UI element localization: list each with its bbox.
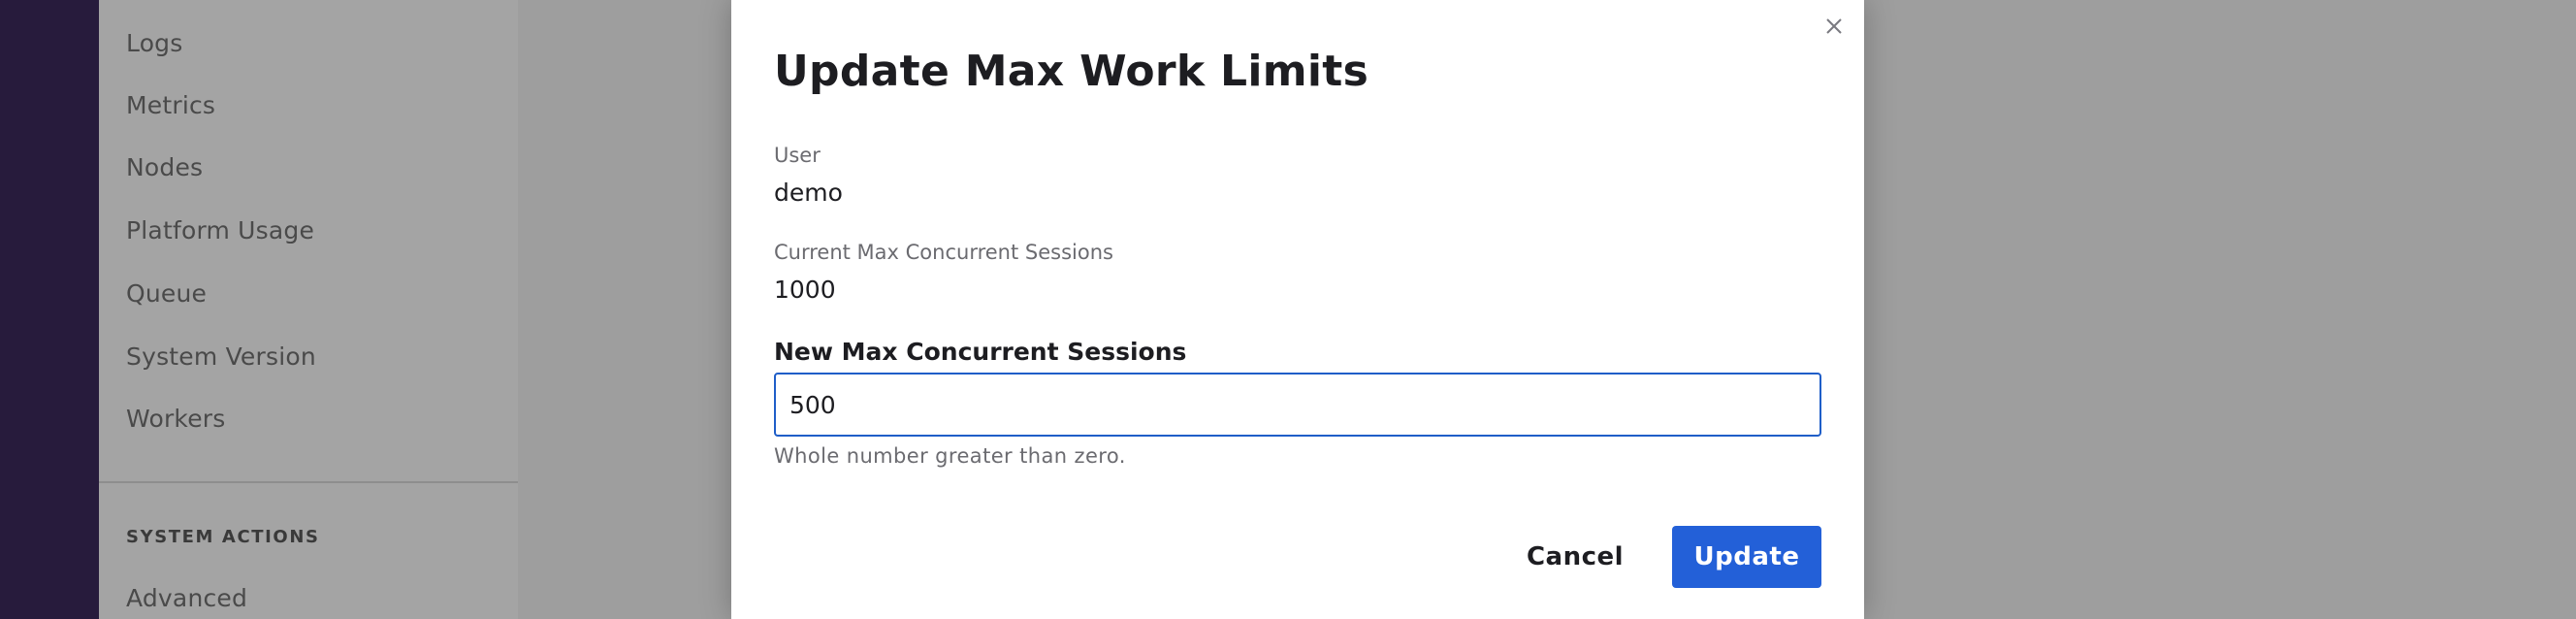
sidebar-item-workers[interactable]: Workers (126, 405, 226, 433)
new-sessions-label: New Max Concurrent Sessions (774, 338, 1187, 366)
close-icon (1825, 17, 1843, 39)
update-button[interactable]: Update (1672, 526, 1821, 588)
update-limits-dialog: Update Max Work Limits User demo Current… (731, 0, 1864, 619)
user-value: demo (774, 179, 843, 207)
close-button[interactable] (1819, 14, 1849, 43)
cancel-button[interactable]: Cancel (1517, 526, 1633, 588)
dialog-title: Update Max Work Limits (774, 47, 1369, 96)
sidebar-item-platform-usage[interactable]: Platform Usage (126, 216, 314, 244)
sidebar-item-nodes[interactable]: Nodes (126, 153, 203, 181)
new-sessions-help: Whole number greater than zero. (774, 444, 1126, 468)
sidebar: Logs Metrics Nodes Platform Usage Queue … (99, 0, 518, 619)
sidebar-item-system-version[interactable]: System Version (126, 342, 316, 371)
sidebar-item-queue[interactable]: Queue (126, 279, 207, 308)
app-screen: Logs Metrics Nodes Platform Usage Queue … (0, 0, 2576, 619)
app-rail (0, 0, 99, 619)
sidebar-item-logs[interactable]: Logs (126, 29, 182, 57)
current-sessions-label: Current Max Concurrent Sessions (774, 241, 1113, 264)
sidebar-item-metrics[interactable]: Metrics (126, 91, 215, 119)
new-sessions-input[interactable] (789, 375, 1819, 435)
sidebar-item-advanced[interactable]: Advanced (126, 584, 247, 612)
current-sessions-value: 1000 (774, 276, 836, 304)
user-label: User (774, 144, 821, 167)
new-sessions-field[interactable] (774, 373, 1821, 437)
sidebar-section-heading: SYSTEM ACTIONS (126, 527, 320, 547)
sidebar-divider (99, 481, 518, 483)
